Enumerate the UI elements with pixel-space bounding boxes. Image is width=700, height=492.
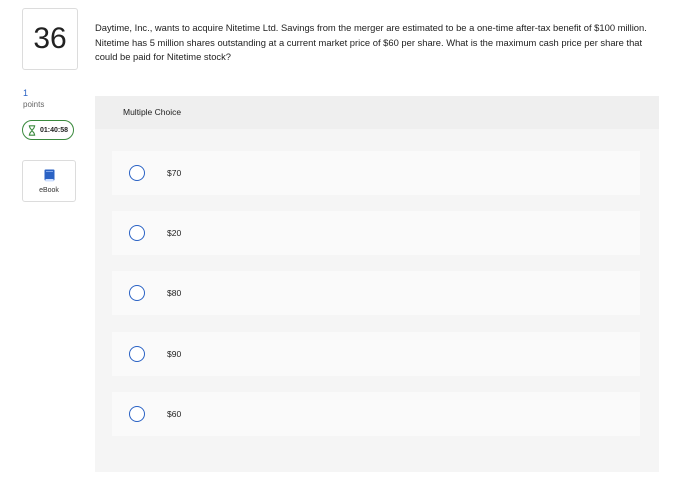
ebook-label: eBook bbox=[39, 186, 59, 194]
answer-option[interactable]: $90 bbox=[112, 332, 640, 376]
answer-option-label: $20 bbox=[167, 228, 182, 238]
radio-button[interactable] bbox=[129, 285, 145, 301]
timer-value: 01:40:58 bbox=[39, 126, 69, 134]
radio-button[interactable] bbox=[129, 406, 145, 422]
question-number: 36 bbox=[22, 8, 78, 70]
answer-option[interactable]: $80 bbox=[112, 271, 640, 315]
answer-option[interactable]: $60 bbox=[112, 392, 640, 436]
answer-option[interactable]: $70 bbox=[112, 151, 640, 195]
answer-option-label: $60 bbox=[167, 409, 182, 419]
multiple-choice-title: Multiple Choice bbox=[123, 107, 182, 117]
ebook-button[interactable]: eBook bbox=[22, 160, 76, 202]
points-value: 1 bbox=[23, 88, 29, 98]
multiple-choice-header: Multiple Choice bbox=[95, 96, 659, 129]
radio-button[interactable] bbox=[129, 165, 145, 181]
radio-button[interactable] bbox=[129, 225, 145, 241]
points-label: points bbox=[23, 100, 45, 109]
radio-button[interactable] bbox=[129, 346, 145, 362]
multiple-choice-panel: Multiple Choice $70 $20 $80 $90 $60 bbox=[95, 96, 659, 472]
timer-badge[interactable]: 01:40:58 bbox=[22, 120, 74, 140]
answer-option-label: $80 bbox=[167, 288, 182, 298]
hourglass-icon bbox=[28, 124, 36, 136]
question-text: Daytime, Inc., wants to acquire Nitetime… bbox=[95, 22, 647, 62]
answer-option[interactable]: $20 bbox=[112, 211, 640, 255]
answer-option-label: $70 bbox=[167, 168, 182, 178]
book-icon bbox=[44, 169, 55, 184]
answer-option-label: $90 bbox=[167, 349, 182, 359]
